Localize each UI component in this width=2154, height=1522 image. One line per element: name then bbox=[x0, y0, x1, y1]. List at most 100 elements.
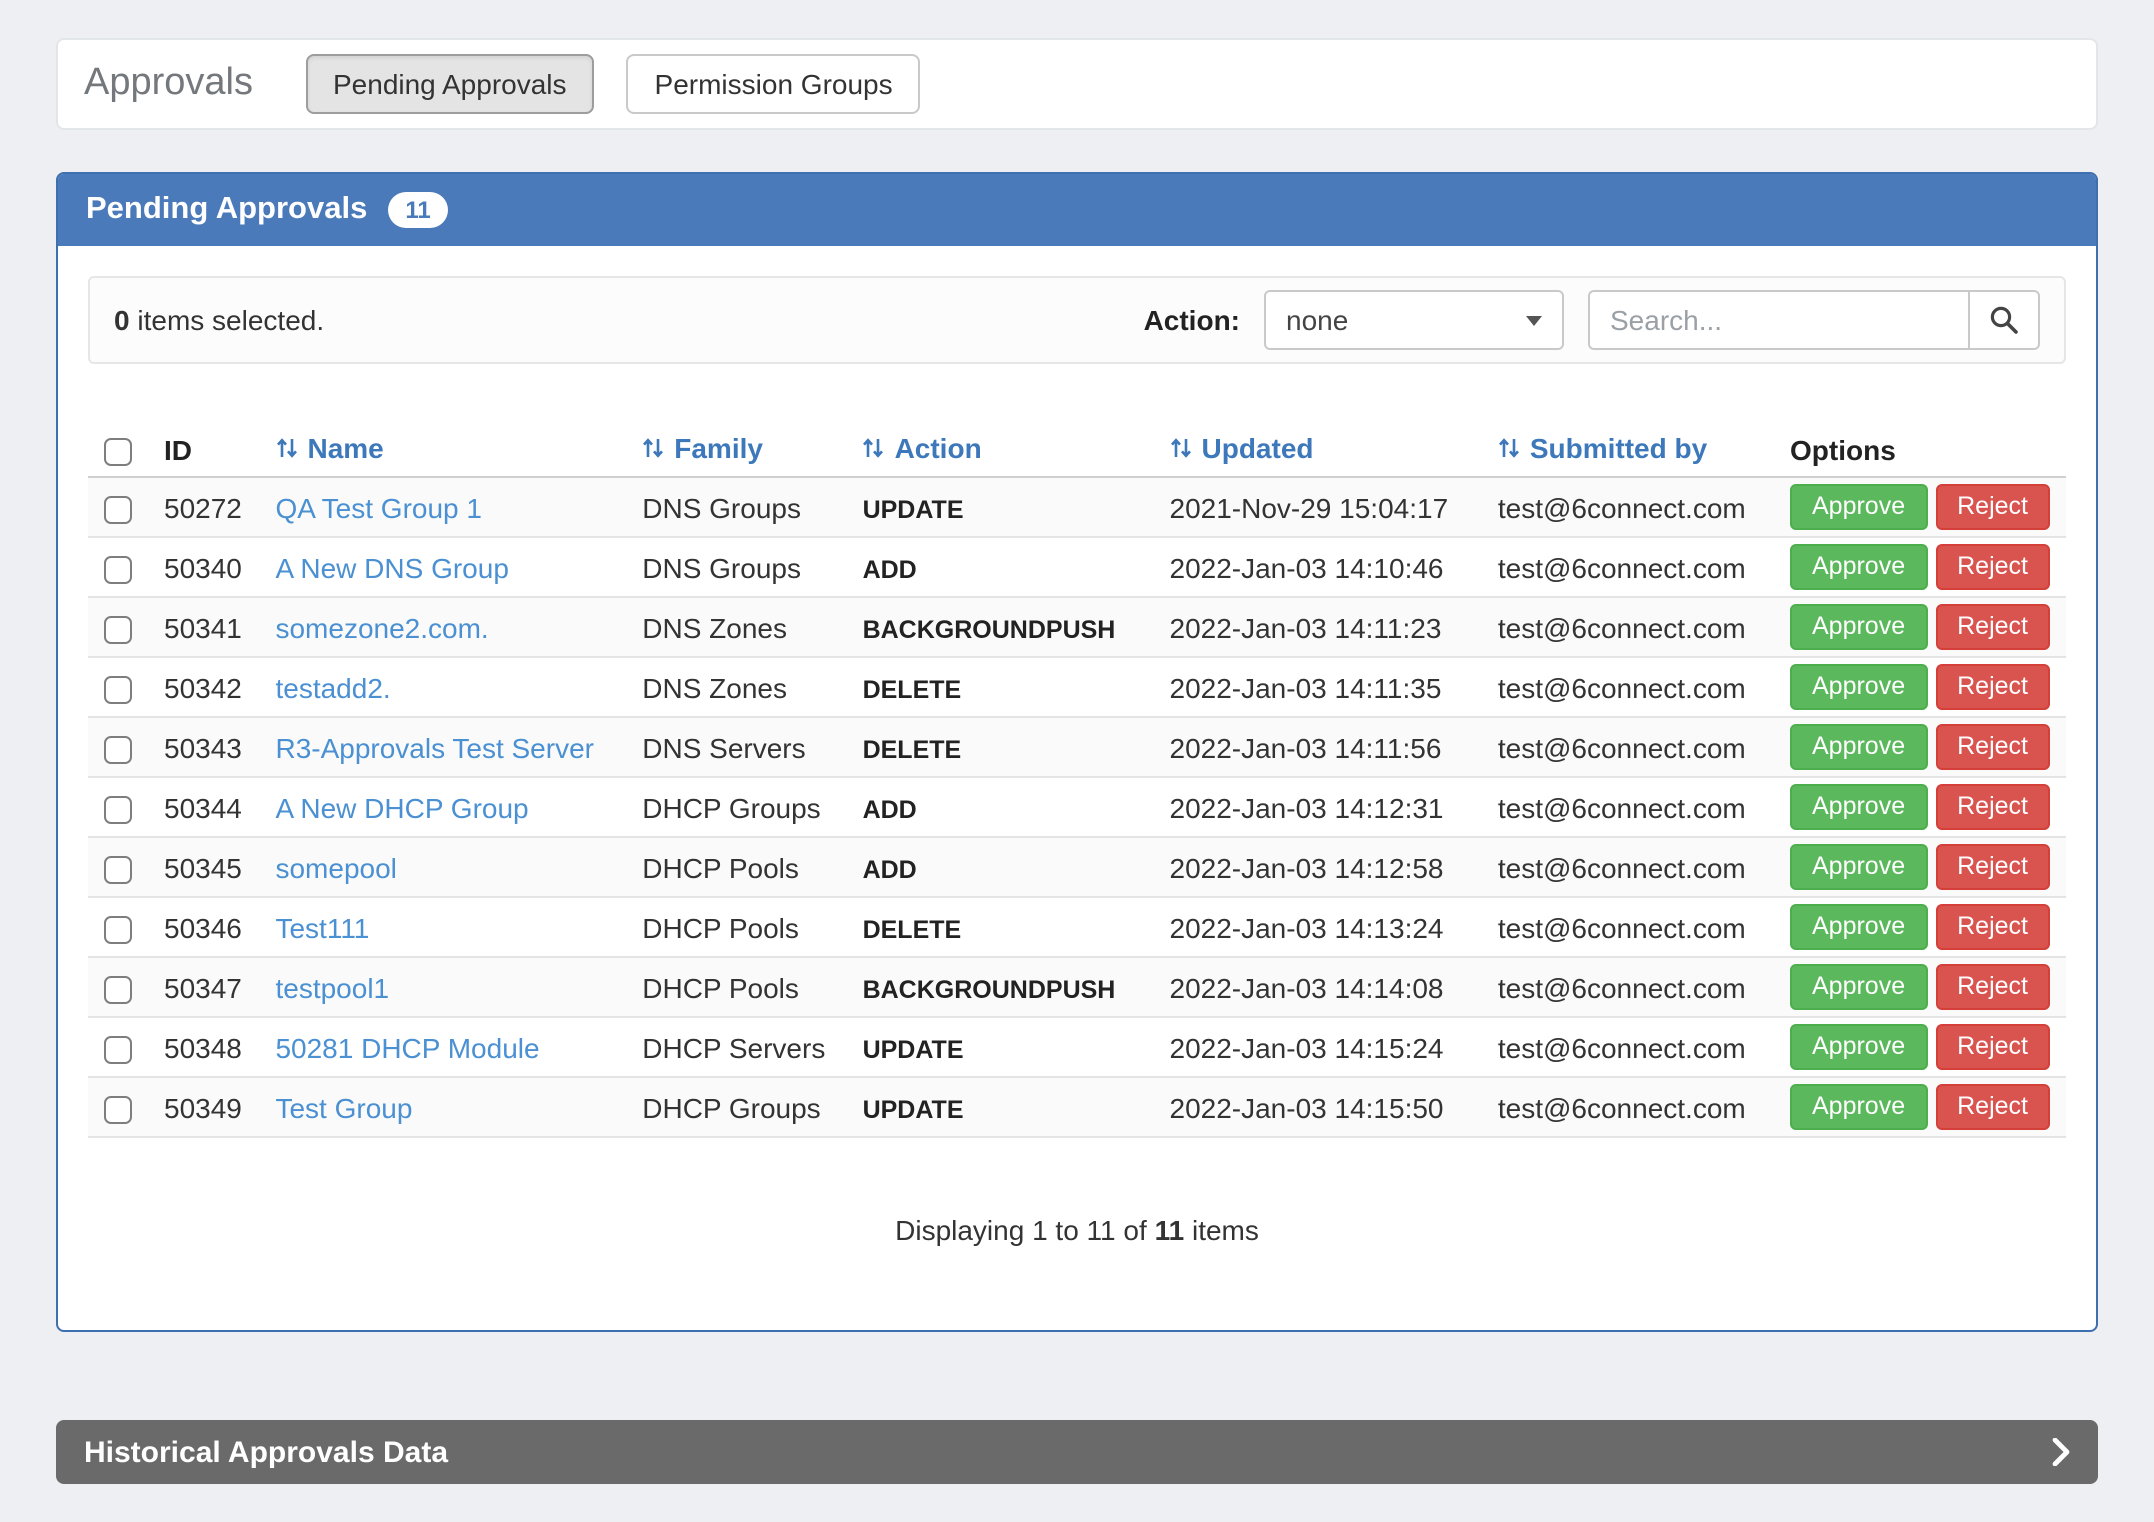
approve-button[interactable]: Approve bbox=[1790, 904, 1927, 950]
reject-button[interactable]: Reject bbox=[1935, 844, 2050, 890]
row-submitted-by: test@6connect.com bbox=[1482, 897, 1774, 957]
approve-button[interactable]: Approve bbox=[1790, 964, 1927, 1010]
row-checkbox-cell bbox=[88, 717, 148, 777]
table-footer: Displaying 1 to 11 of 11 items bbox=[88, 1214, 2066, 1330]
action-select-value: none bbox=[1286, 304, 1348, 336]
row-options-cell: ApproveReject bbox=[1774, 837, 2066, 897]
row-family: DNS Groups bbox=[626, 537, 846, 597]
row-checkbox[interactable] bbox=[104, 1035, 132, 1063]
row-name-link[interactable]: QA Test Group 1 bbox=[275, 491, 482, 523]
row-checkbox[interactable] bbox=[104, 615, 132, 643]
approve-button[interactable]: Approve bbox=[1790, 784, 1927, 830]
reject-button[interactable]: Reject bbox=[1935, 904, 2050, 950]
action-select[interactable]: none bbox=[1264, 290, 1564, 350]
row-checkbox[interactable] bbox=[104, 675, 132, 703]
approve-button[interactable]: Approve bbox=[1790, 604, 1927, 650]
column-header-submitted-by[interactable]: Submitted by bbox=[1482, 422, 1774, 477]
row-name-link[interactable]: testadd2. bbox=[275, 671, 390, 703]
historical-approvals-bar[interactable]: Historical Approvals Data bbox=[56, 1420, 2098, 1484]
search-button[interactable] bbox=[1968, 290, 2040, 350]
row-name-cell: testpool1 bbox=[259, 957, 626, 1017]
reject-button[interactable]: Reject bbox=[1935, 724, 2050, 770]
search-input[interactable] bbox=[1588, 290, 1968, 350]
row-name-link[interactable]: somepool bbox=[275, 851, 396, 883]
row-name-link[interactable]: somezone2.com. bbox=[275, 611, 488, 643]
row-family: DHCP Pools bbox=[626, 837, 846, 897]
row-options-cell: ApproveReject bbox=[1774, 1017, 2066, 1077]
row-checkbox-cell bbox=[88, 1077, 148, 1137]
row-action-cell: DELETE bbox=[847, 717, 1154, 777]
row-updated: 2022-Jan-03 14:12:31 bbox=[1154, 777, 1482, 837]
row-action-cell: BACKGROUNDPUSH bbox=[847, 597, 1154, 657]
row-family: DHCP Groups bbox=[626, 777, 846, 837]
approve-button[interactable]: Approve bbox=[1790, 544, 1927, 590]
row-submitted-by: test@6connect.com bbox=[1482, 537, 1774, 597]
reject-button[interactable]: Reject bbox=[1935, 784, 2050, 830]
panel-header: Pending Approvals 11 bbox=[58, 174, 2096, 246]
app: Approvals Pending Approvals Permission G… bbox=[0, 0, 2154, 1520]
select-all-checkbox[interactable] bbox=[104, 437, 132, 465]
row-family: DNS Zones bbox=[626, 597, 846, 657]
row-checkbox[interactable] bbox=[104, 795, 132, 823]
row-options-cell: ApproveReject bbox=[1774, 597, 2066, 657]
approvals-table: ID Name Family Action Updated bbox=[88, 422, 2066, 1138]
approve-button[interactable]: Approve bbox=[1790, 1084, 1927, 1130]
approve-button[interactable]: Approve bbox=[1790, 664, 1927, 710]
approve-button[interactable]: Approve bbox=[1790, 484, 1927, 530]
table-row: 50342 testadd2. DNS Zones DELETE 2022-Ja… bbox=[88, 657, 2066, 717]
sort-icon bbox=[1498, 434, 1520, 466]
row-updated: 2022-Jan-03 14:11:23 bbox=[1154, 597, 1482, 657]
row-checkbox[interactable] bbox=[104, 855, 132, 883]
row-options-cell: ApproveReject bbox=[1774, 477, 2066, 537]
search-icon bbox=[1988, 304, 2020, 336]
table-row: 50343 R3-Approvals Test Server DNS Serve… bbox=[88, 717, 2066, 777]
page-title: Approvals bbox=[84, 62, 253, 106]
row-name-link[interactable]: 50281 DHCP Module bbox=[275, 1031, 539, 1063]
reject-button[interactable]: Reject bbox=[1935, 1024, 2050, 1070]
tab-pending-approvals[interactable]: Pending Approvals bbox=[305, 54, 595, 114]
row-checkbox[interactable] bbox=[104, 915, 132, 943]
reject-button[interactable]: Reject bbox=[1935, 484, 2050, 530]
toolbar-right: Action: none bbox=[1144, 290, 2040, 350]
row-action-cell: UPDATE bbox=[847, 477, 1154, 537]
row-checkbox[interactable] bbox=[104, 1095, 132, 1123]
reject-button[interactable]: Reject bbox=[1935, 664, 2050, 710]
row-name-link[interactable]: Test Group bbox=[275, 1091, 412, 1123]
row-checkbox[interactable] bbox=[104, 735, 132, 763]
row-name-link[interactable]: A New DNS Group bbox=[275, 551, 508, 583]
row-options-cell: ApproveReject bbox=[1774, 1077, 2066, 1137]
approve-button[interactable]: Approve bbox=[1790, 724, 1927, 770]
row-updated: 2022-Jan-03 14:12:58 bbox=[1154, 837, 1482, 897]
reject-button[interactable]: Reject bbox=[1935, 964, 2050, 1010]
row-name-link[interactable]: R3-Approvals Test Server bbox=[275, 731, 594, 763]
row-id: 50343 bbox=[148, 717, 259, 777]
row-name-link[interactable]: A New DHCP Group bbox=[275, 791, 528, 823]
tab-permission-groups[interactable]: Permission Groups bbox=[627, 54, 921, 114]
row-name-cell: somepool bbox=[259, 837, 626, 897]
column-header-name[interactable]: Name bbox=[259, 422, 626, 477]
row-options-cell: ApproveReject bbox=[1774, 897, 2066, 957]
approve-button[interactable]: Approve bbox=[1790, 844, 1927, 890]
row-checkbox[interactable] bbox=[104, 495, 132, 523]
row-name-link[interactable]: Test111 bbox=[275, 911, 369, 943]
row-name-cell: QA Test Group 1 bbox=[259, 477, 626, 537]
reject-button[interactable]: Reject bbox=[1935, 544, 2050, 590]
row-checkbox-cell bbox=[88, 777, 148, 837]
row-checkbox[interactable] bbox=[104, 975, 132, 1003]
row-action: UPDATE bbox=[863, 1095, 964, 1123]
reject-button[interactable]: Reject bbox=[1935, 604, 2050, 650]
row-action-cell: BACKGROUNDPUSH bbox=[847, 957, 1154, 1017]
row-id: 50342 bbox=[148, 657, 259, 717]
reject-button[interactable]: Reject bbox=[1935, 1084, 2050, 1130]
column-header-action[interactable]: Action bbox=[847, 422, 1154, 477]
sort-icon bbox=[275, 434, 297, 466]
approve-button[interactable]: Approve bbox=[1790, 1024, 1927, 1070]
row-checkbox[interactable] bbox=[104, 555, 132, 583]
row-action: ADD bbox=[863, 555, 917, 583]
column-header-family[interactable]: Family bbox=[626, 422, 846, 477]
column-header-updated[interactable]: Updated bbox=[1154, 422, 1482, 477]
table-row: 50344 A New DHCP Group DHCP Groups ADD 2… bbox=[88, 777, 2066, 837]
row-name-link[interactable]: testpool1 bbox=[275, 971, 389, 1003]
panel-body: 0 items selected. Action: none bbox=[58, 246, 2096, 1330]
row-id: 50345 bbox=[148, 837, 259, 897]
